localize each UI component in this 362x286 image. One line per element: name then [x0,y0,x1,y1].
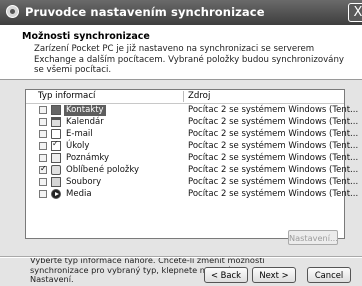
contacts-icon [51,105,61,115]
item-checkbox[interactable] [39,164,47,174]
sync-wizard-window: Pruvodce nastavením synchronizace X Možn… [0,0,362,286]
column-header-source[interactable]: Zdroj [188,91,210,101]
item-name: Poznámky [66,153,110,163]
item-source: Pocítac 2 se systémem Windows (Tent... [188,165,359,175]
page-description: Zarízení Pocket PC je již nastaveno na s… [34,44,344,75]
item-source: Pocítac 2 se systémem Windows (Tent... [188,189,359,199]
notes-icon [51,153,61,163]
calendar-icon [51,117,61,127]
list-item[interactable]: Media Pocítac 2 se systémem Windows (Tent… [26,189,358,200]
item-name: E-mail [66,129,93,139]
wizard-header: Možnosti synchronizace Zarízení Pocket P… [0,25,362,80]
item-checkbox[interactable] [39,142,47,150]
item-checkbox[interactable] [39,178,47,186]
item-name: Media [66,189,92,199]
item-source: Pocítac 2 se systémem Windows (Tent... [188,117,359,127]
item-checkbox[interactable] [39,154,47,162]
files-icon [51,177,61,187]
sync-items-list[interactable]: Typ informací Zdroj Kontakty Pocítac 2 se… [25,89,358,239]
item-name: Kalendár [66,117,104,127]
email-icon [51,129,61,139]
page-title: Možnosti synchronizace [22,31,150,42]
settings-button[interactable]: Nastavení... [288,230,338,245]
item-checkbox[interactable] [39,106,47,114]
list-item[interactable]: Kontakty Pocítac 2 se systémem Windows (T… [26,105,358,116]
favorites-icon [51,165,61,175]
list-item[interactable]: E-mail Pocítac 2 se systémem Windows (Ten… [26,129,358,140]
item-checkbox[interactable] [39,130,47,138]
next-button[interactable]: Next > [252,267,296,283]
list-item[interactable]: Soubory Pocítac 2 se systémem Windows (Te… [26,177,358,188]
list-header: Typ informací Zdroj [26,90,344,104]
item-checkbox[interactable] [39,190,47,198]
window-title: Pruvodce nastavením synchronizace [25,5,265,19]
item-name: Úkoly [66,141,90,151]
list-item[interactable]: Oblíbené položky Pocítac 2 se systémem Wi… [26,164,358,176]
footer-divider-highlight [0,257,362,258]
column-header-type[interactable]: Typ informací [38,91,95,101]
item-source: Pocítac 2 se systémem Windows (Tent... [188,177,359,187]
item-name: Kontakty [64,105,106,116]
back-button[interactable]: < Back [204,267,248,283]
item-source: Pocítac 2 se systémem Windows (Tent... [188,141,359,151]
item-checkbox[interactable] [39,118,47,126]
item-name: Oblíbené položky [66,165,140,175]
item-source: Pocítac 2 se systémem Windows (Tent... [188,153,359,163]
wizard-app-icon [6,5,19,18]
title-bar: Pruvodce nastavením synchronizace X [0,0,362,25]
item-source: Pocítac 2 se systémem Windows (Tent... [188,105,359,115]
list-item[interactable]: Úkoly Pocítac 2 se systémem Windows (Tent… [26,139,358,152]
item-name: Soubory [66,177,102,187]
cancel-button[interactable]: Cancel [307,267,351,283]
item-source: Pocítac 2 se systémem Windows (Tent... [188,129,359,139]
list-item[interactable]: Kalendár Pocítac 2 se systémem Windows (T… [26,117,358,128]
column-divider[interactable] [183,91,184,102]
tasks-icon [51,139,61,151]
media-icon [51,189,61,199]
close-button[interactable]: X [348,3,362,22]
list-item[interactable]: Poznámky Pocítac 2 se systémem Windows (T… [26,153,358,164]
